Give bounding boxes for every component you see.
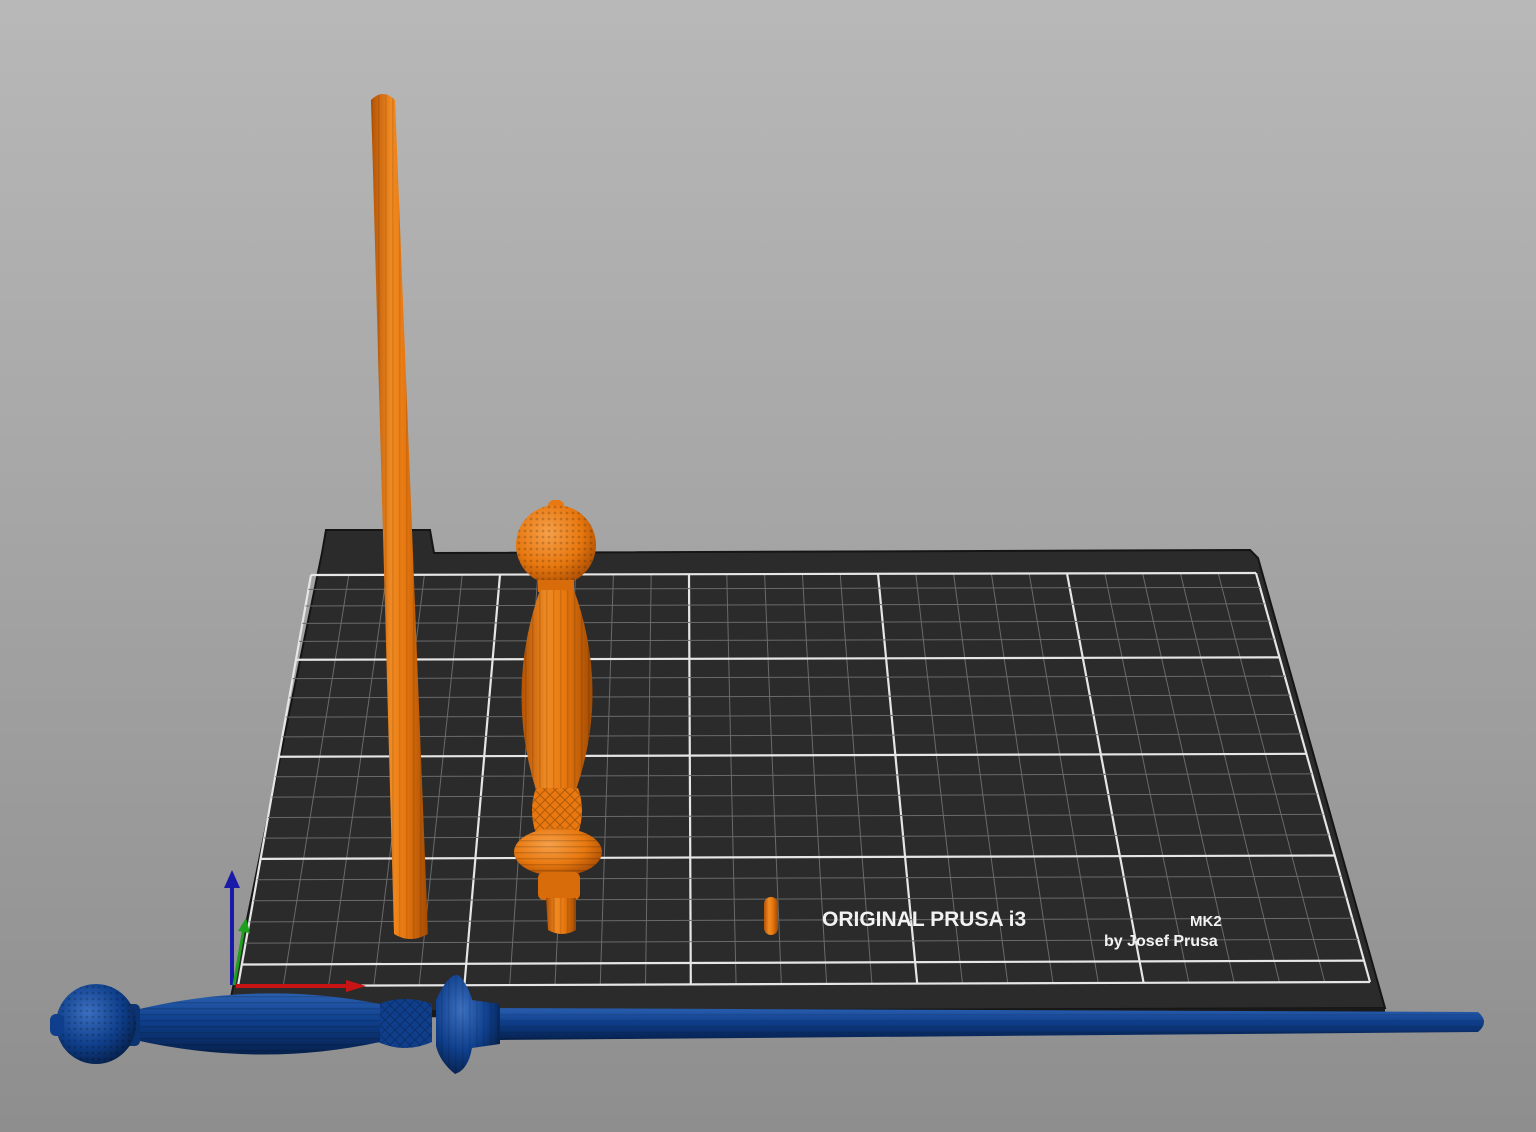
3d-viewport[interactable]: ORIGINAL PRUSA i3 MK2 by Josef Prusa [0, 0, 1536, 1132]
3d-scene[interactable]: ORIGINAL PRUSA i3 MK2 by Josef Prusa [0, 0, 1536, 1132]
model-small-part[interactable] [764, 897, 778, 935]
model-standing-handle[interactable] [514, 500, 602, 934]
bed-byline: by Josef Prusa [1104, 933, 1218, 950]
bed-model-suffix: MK2 [1190, 913, 1222, 930]
z-axis-arrow-icon [224, 870, 240, 888]
bed-brand-label: ORIGINAL PRUSA i3 [822, 908, 1026, 931]
